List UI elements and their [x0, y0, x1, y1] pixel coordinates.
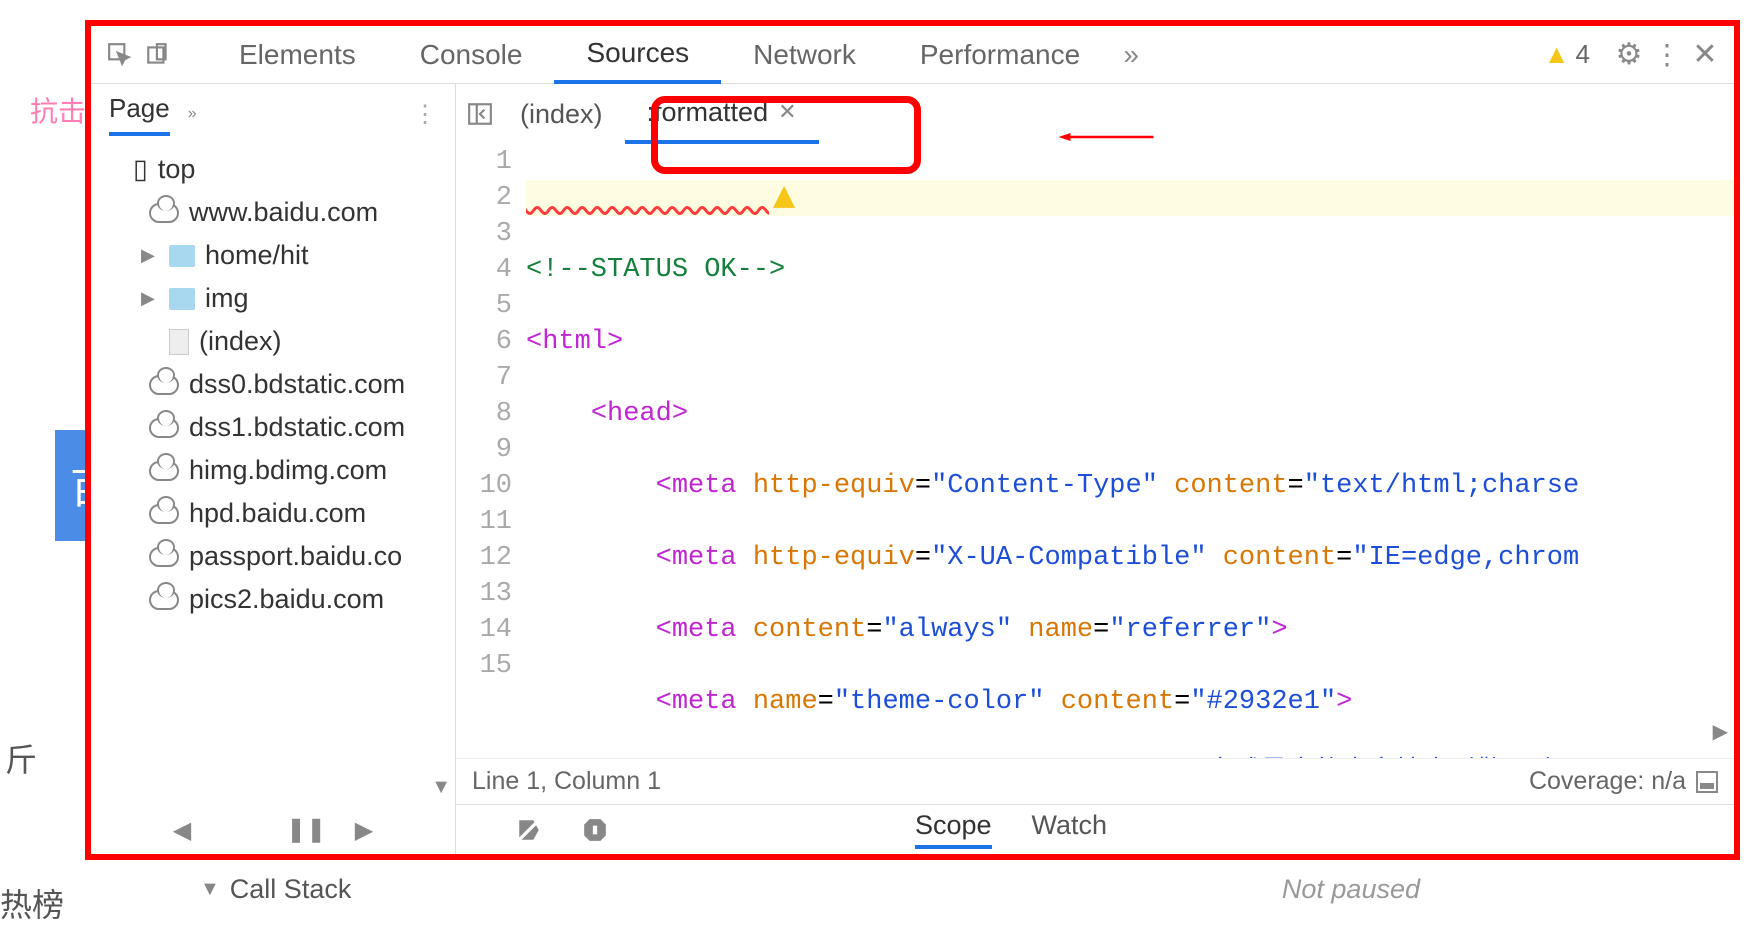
- navigator-toggle-icon[interactable]: [462, 101, 498, 127]
- tab-elements[interactable]: Elements: [207, 26, 388, 84]
- tree-domain[interactable]: passport.baidu.co: [101, 535, 455, 578]
- warning-icon: ▲: [1544, 39, 1570, 70]
- code-area[interactable]: 123456789101112131415 <!DOCTYPE html> <!…: [456, 144, 1734, 758]
- frame-icon: ▯: [133, 154, 148, 185]
- pause-icon[interactable]: ❚❚: [286, 815, 326, 844]
- more-sidebar-tabs-icon[interactable]: »: [188, 105, 197, 123]
- cloud-icon: [149, 504, 179, 524]
- tree-top[interactable]: ▯top: [101, 148, 455, 191]
- callstack-row: ▼ Call Stack Not paused: [170, 864, 1730, 915]
- annotation-arrow: [1011, 132, 1201, 142]
- file-icon: [169, 329, 189, 355]
- editor-status-bar: Line 1, Column 1 Coverage: n/a: [456, 758, 1734, 804]
- warnings-count: 4: [1576, 39, 1590, 70]
- editor-tab-formatted[interactable]: :formatted✕: [625, 84, 819, 144]
- inspect-icon[interactable]: [101, 36, 139, 74]
- cloud-icon: [149, 590, 179, 610]
- not-paused-label: Not paused: [1282, 874, 1420, 905]
- editor-tab-index[interactable]: (index): [498, 84, 625, 144]
- scroll-down-icon[interactable]: ▼: [431, 776, 451, 799]
- cursor-position: Line 1, Column 1: [472, 767, 661, 796]
- kebab-menu-icon[interactable]: ⋮: [1648, 36, 1686, 74]
- pause-exceptions-icon[interactable]: [582, 817, 608, 843]
- devtools-topbar: Elements Console Sources Network Perform…: [91, 26, 1734, 84]
- folder-icon: [169, 288, 195, 310]
- deactivate-breakpoints-icon[interactable]: [516, 817, 542, 843]
- tree-domain[interactable]: himg.bdimg.com: [101, 449, 455, 492]
- cloud-icon: [149, 375, 179, 395]
- tree-domain[interactable]: pics2.baidu.com: [101, 578, 455, 621]
- source-editor: (index) :formatted✕ 12345678910111213141…: [456, 84, 1734, 854]
- device-toggle-icon[interactable]: [139, 36, 177, 74]
- cloud-icon: [149, 547, 179, 567]
- tab-network[interactable]: Network: [721, 26, 888, 84]
- tab-performance[interactable]: Performance: [888, 26, 1112, 84]
- warnings-badge[interactable]: ▲ 4: [1544, 39, 1590, 70]
- close-icon[interactable]: ✕: [1686, 36, 1724, 74]
- coverage-icon[interactable]: [1696, 771, 1718, 793]
- tree-domain[interactable]: dss0.bdstatic.com: [101, 363, 455, 406]
- devtools-panel: Elements Console Sources Network Perform…: [85, 20, 1740, 860]
- page-bg-text: 热榜: [0, 880, 64, 926]
- tree-domain[interactable]: dss1.bdstatic.com: [101, 406, 455, 449]
- close-tab-icon[interactable]: ✕: [778, 99, 796, 125]
- debugger-toolbar: ❚❚ Scope Watch: [456, 804, 1734, 854]
- tree-folder[interactable]: ▶img: [101, 277, 455, 320]
- tab-console[interactable]: Console: [388, 26, 555, 84]
- cloud-icon: [149, 461, 179, 481]
- callstack-label[interactable]: Call Stack: [230, 874, 352, 905]
- sidebar-tabs: Page » ⋮: [91, 84, 455, 144]
- cloud-icon: [149, 203, 179, 223]
- sidebar-nav: ◀ ▶: [91, 806, 455, 854]
- nav-prev-icon[interactable]: ◀: [173, 816, 191, 845]
- nav-next-icon[interactable]: ▶: [355, 816, 373, 845]
- line-gutter: 123456789101112131415: [456, 144, 526, 758]
- tree-domain[interactable]: hpd.baidu.com: [101, 492, 455, 535]
- chevron-down-icon[interactable]: ▼: [200, 878, 220, 901]
- folder-icon: [169, 245, 195, 267]
- more-tabs-icon[interactable]: »: [1112, 36, 1150, 74]
- scroll-right-icon[interactable]: ▶: [1713, 716, 1728, 752]
- tree-domain[interactable]: www.baidu.com: [101, 191, 455, 234]
- sources-sidebar: Page » ⋮ ▯top www.baidu.com ▶home/hit ▶i…: [91, 84, 456, 854]
- tab-watch[interactable]: Watch: [1032, 810, 1108, 849]
- coverage-label: Coverage: n/a: [1529, 767, 1686, 796]
- page-bg-text: 斤: [5, 735, 37, 781]
- tree-folder[interactable]: ▶home/hit: [101, 234, 455, 277]
- sidebar-tab-page[interactable]: Page: [109, 93, 170, 136]
- tab-scope[interactable]: Scope: [915, 810, 992, 849]
- sidebar-kebab-icon[interactable]: ⋮: [413, 100, 437, 129]
- tab-sources[interactable]: Sources: [554, 26, 721, 84]
- cloud-icon: [149, 418, 179, 438]
- warning-icon: [773, 186, 795, 208]
- file-tree: ▯top www.baidu.com ▶home/hit ▶img (index…: [91, 144, 455, 806]
- tree-file[interactable]: (index): [101, 320, 455, 363]
- code-lines: <!DOCTYPE html> <!--STATUS OK--> <html> …: [526, 144, 1734, 758]
- settings-icon[interactable]: ⚙: [1610, 36, 1648, 74]
